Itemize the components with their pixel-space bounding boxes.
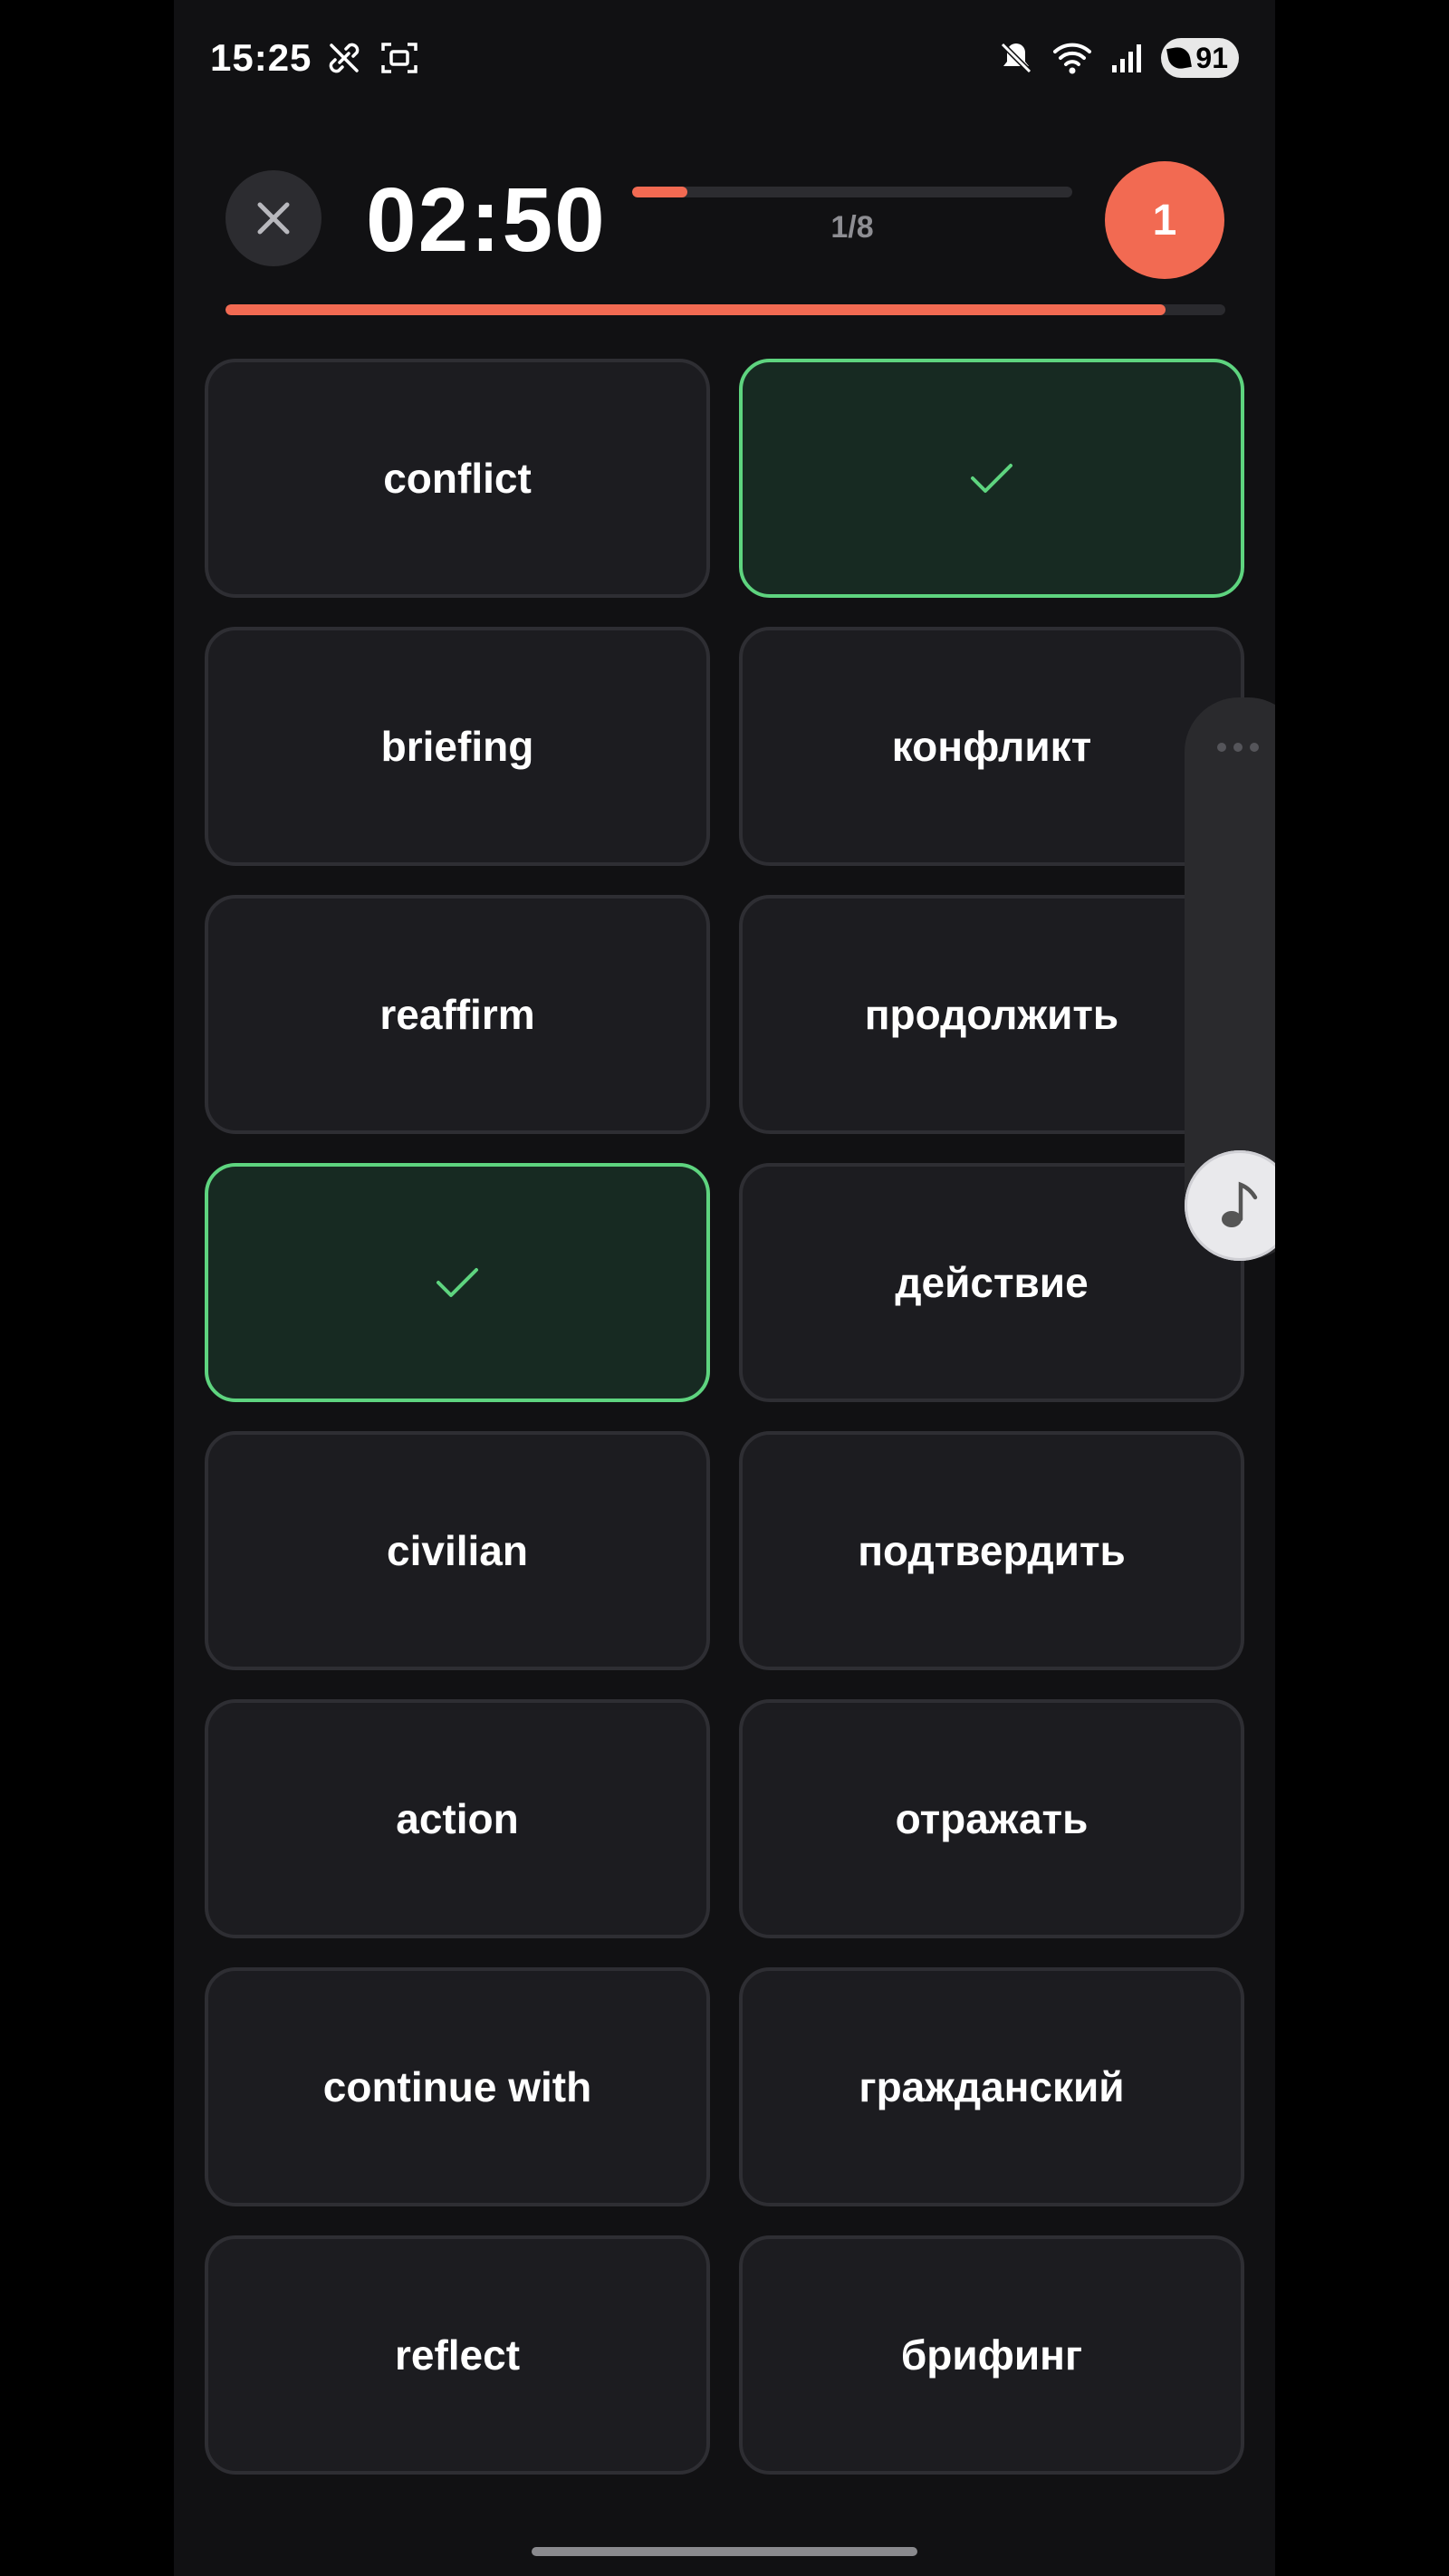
- home-indicator[interactable]: [532, 2547, 917, 2556]
- time-progress-fill: [226, 304, 1166, 315]
- translation-card[interactable]: отражать: [739, 1699, 1244, 1938]
- translation-card[interactable]: конфликт: [739, 627, 1244, 866]
- battery-level: 91: [1195, 41, 1228, 74]
- close-button[interactable]: [226, 170, 321, 266]
- music-note-icon: [1222, 1181, 1258, 1227]
- matched-card: [205, 1163, 710, 1402]
- word-card[interactable]: conflict: [205, 359, 710, 598]
- checkmark-icon: [971, 464, 1012, 493]
- link-off-icon: [329, 43, 360, 73]
- screen-record-icon: [381, 43, 417, 73]
- panel-handle-dots: [1217, 743, 1259, 752]
- translation-card[interactable]: действие: [739, 1163, 1244, 1402]
- app-screen: 15:25 91 02:50 1/8 1 conflict briefing к…: [174, 0, 1275, 2576]
- translation-card[interactable]: брифинг: [739, 2235, 1244, 2475]
- word-match-grid: conflict briefing конфликт reaffirm прод…: [205, 359, 1244, 2475]
- round-progress-fill: [632, 187, 687, 197]
- round-counter: 1/8: [830, 210, 874, 245]
- word-card[interactable]: reflect: [205, 2235, 710, 2475]
- word-card[interactable]: civilian: [205, 1431, 710, 1670]
- wifi-icon: [1053, 43, 1092, 74]
- word-card[interactable]: briefing: [205, 627, 710, 866]
- status-icons-right: 91: [998, 38, 1239, 78]
- status-icons-left: [326, 40, 418, 76]
- score-badge: 1: [1105, 161, 1224, 279]
- word-card[interactable]: reaffirm: [205, 895, 710, 1134]
- checkmark-icon: [437, 1268, 478, 1297]
- word-card[interactable]: action: [205, 1699, 710, 1938]
- round-progress-bar: [632, 187, 1072, 197]
- close-icon: [257, 202, 290, 235]
- matched-card: [739, 359, 1244, 598]
- signal-icon: [1112, 44, 1142, 72]
- mute-icon: [1001, 42, 1032, 74]
- countdown-timer: 02:50: [366, 169, 607, 271]
- translation-card[interactable]: гражданский: [739, 1967, 1244, 2206]
- translation-card[interactable]: продолжить: [739, 895, 1244, 1134]
- time-progress-bar: [226, 304, 1225, 315]
- status-time: 15:25: [210, 36, 312, 79]
- translation-card[interactable]: подтвердить: [739, 1431, 1244, 1670]
- battery-saver-icon: [1166, 45, 1193, 71]
- battery-indicator: 91: [1161, 38, 1239, 78]
- word-card[interactable]: continue with: [205, 1967, 710, 2206]
